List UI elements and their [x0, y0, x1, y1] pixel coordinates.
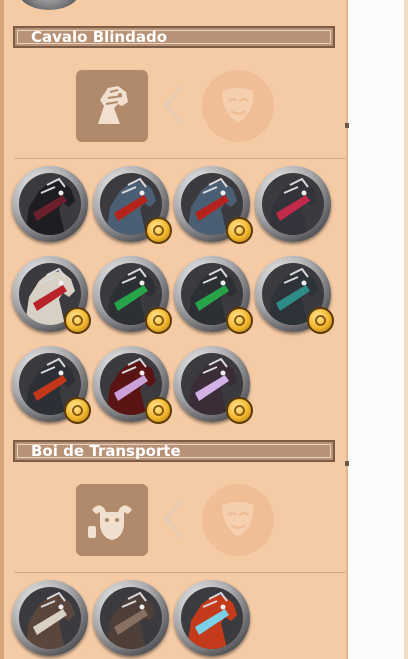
mount-portrait	[100, 587, 162, 649]
section-header-boi-de-transporte: Boi de Transporte	[13, 440, 335, 462]
section-divider	[14, 158, 346, 159]
mount-teal-cloth-horse[interactable]	[255, 256, 334, 334]
section-title: Cavalo Blindado	[31, 28, 167, 46]
gold-coin-icon	[145, 217, 172, 244]
mount-portrait	[181, 587, 243, 649]
mount-portrait	[262, 173, 324, 235]
right-edge	[404, 0, 408, 659]
scroll-marker-bottom[interactable]	[345, 461, 349, 466]
gold-coin-icon	[226, 397, 253, 424]
chevron-left-icon	[162, 498, 185, 540]
scroll-marker-top[interactable]	[345, 123, 349, 128]
mount-blue-armored-horse-2[interactable]	[174, 166, 253, 244]
section-divider	[14, 572, 346, 573]
mask-icon	[202, 484, 274, 556]
mount-spirit-ox[interactable]	[174, 580, 250, 656]
gold-coin-icon	[64, 307, 91, 334]
mount-green-gem-horse[interactable]	[93, 256, 172, 334]
mount-portrait	[19, 587, 81, 649]
mount-blue-crest-horse[interactable]	[12, 346, 91, 424]
mount-black-horse[interactable]	[12, 166, 88, 242]
mount-white-gold-horse[interactable]	[12, 256, 91, 334]
gold-coin-icon	[64, 397, 91, 424]
ox-icon[interactable]	[76, 484, 148, 556]
previous-mount[interactable]	[0, 0, 100, 12]
mount-green-gem-horse-2[interactable]	[174, 256, 253, 334]
mount-spiked-dark-horse[interactable]	[255, 166, 331, 242]
gold-coin-icon	[226, 217, 253, 244]
mount-lilac-crest-horse[interactable]	[174, 346, 253, 424]
mount-shaggy-ox[interactable]	[93, 580, 169, 656]
chevron-left-icon	[162, 84, 185, 126]
mount-blue-armored-horse[interactable]	[93, 166, 172, 244]
section-header-cavalo-blindado: Cavalo Blindado	[13, 26, 335, 48]
section-title: Boi de Transporte	[31, 442, 181, 460]
armored-horse-icon[interactable]	[76, 70, 148, 142]
mount-portrait	[19, 173, 81, 235]
side-gap	[347, 0, 408, 659]
mount-red-crest-horse[interactable]	[93, 346, 172, 424]
gold-coin-icon	[145, 307, 172, 334]
mount-brown-ox[interactable]	[12, 580, 88, 656]
panel-border	[346, 0, 348, 659]
gold-coin-icon	[145, 397, 172, 424]
gold-coin-icon	[226, 307, 253, 334]
mask-icon	[202, 70, 274, 142]
gold-coin-icon	[307, 307, 334, 334]
